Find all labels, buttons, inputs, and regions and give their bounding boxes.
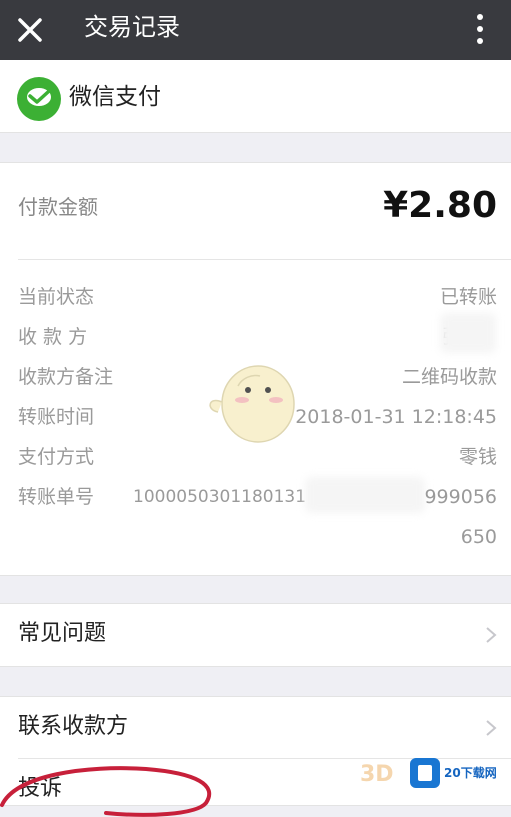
transfer-id-continued: 650 xyxy=(460,526,497,548)
detail-key: 转账单号 xyxy=(18,486,95,508)
detail-row-payee: 收 款 方 张 xyxy=(0,313,511,357)
detail-key: 收 款 方 xyxy=(18,326,88,348)
watermark-mascot-icon xyxy=(209,365,295,443)
site-logo-icon xyxy=(410,758,440,788)
detail-value: 二维码收款 xyxy=(401,366,497,388)
amount-label: 付款金额 xyxy=(18,195,98,219)
faq-item[interactable]: 常见问题 xyxy=(0,603,511,667)
menu-item-label: 联系收款方 xyxy=(18,714,129,739)
brand-header: 微信支付 xyxy=(0,60,511,133)
site-watermark-text: 20下载网 xyxy=(444,766,497,780)
detail-key: 支付方式 xyxy=(18,446,95,468)
site-watermark-mark: 3D xyxy=(360,762,394,787)
annotation-circle xyxy=(0,766,212,817)
detail-value: 零钱 xyxy=(458,446,497,468)
page-title: 交易记录 xyxy=(84,13,180,41)
chevron-right-icon xyxy=(486,627,497,643)
site-watermark-logo: 3D 20下载网 xyxy=(318,756,511,803)
transfer-id-end: 999056 xyxy=(424,486,497,508)
close-icon[interactable] xyxy=(10,10,50,50)
brand-name: 微信支付 xyxy=(69,84,161,110)
redaction-blur xyxy=(305,477,425,513)
title-bar: 交易记录 xyxy=(0,0,511,60)
chevron-right-icon xyxy=(486,720,497,736)
detail-row-transfer-id: 转账单号 1000050301180131 999056 xyxy=(0,477,511,517)
wechat-pay-icon xyxy=(17,77,61,121)
detail-value: 已转账 xyxy=(439,286,497,308)
detail-row-status: 当前状态 已转账 xyxy=(0,277,511,317)
amount-value: ¥2.80 xyxy=(383,185,497,226)
contact-payee-item[interactable]: 联系收款方 xyxy=(0,697,511,757)
redaction-blur xyxy=(440,313,496,353)
detail-key: 转账时间 xyxy=(18,406,95,428)
detail-key: 收款方备注 xyxy=(18,366,114,388)
more-vertical-icon[interactable] xyxy=(468,10,492,48)
transfer-id-start: 1000050301180131 xyxy=(133,487,307,507)
detail-key: 当前状态 xyxy=(18,286,95,308)
menu-item-label: 常见问题 xyxy=(18,621,107,646)
divider xyxy=(18,259,511,260)
detail-value: 2018-01-31 12:18:45 xyxy=(295,406,497,428)
